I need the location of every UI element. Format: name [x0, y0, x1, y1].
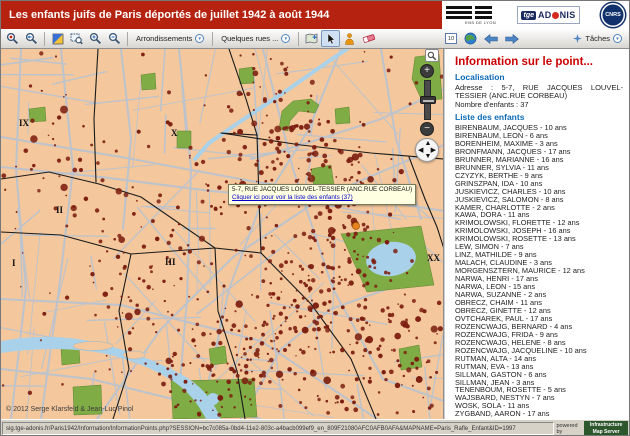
children-count-text: Nombre d'enfants : 37: [455, 100, 623, 109]
chevron-down-icon: ▼: [281, 34, 290, 43]
logo-strip: ENS DE LYON tge AD NIS CNRS: [442, 1, 629, 29]
tasks-spark-icon: [573, 34, 582, 43]
children-list-heading: Liste des enfants: [455, 112, 623, 122]
toolbar-separator: [212, 32, 213, 46]
application-window: Les enfants juifs de Paris déportés de j…: [0, 0, 630, 436]
zoom-in-button[interactable]: [86, 30, 105, 47]
tge-adonis-logo[interactable]: tge AD NIS: [517, 6, 579, 24]
map-nav-control: + − ▲ ▼ ◀ ▶: [415, 49, 439, 162]
adonis-red-dot-icon: [552, 12, 559, 19]
tasks-menu-label: Tâches: [585, 34, 610, 43]
pan-pad[interactable]: ▲ ▼ ◀ ▶: [415, 138, 439, 162]
toolbar-separator: [127, 32, 128, 46]
zoom-initial-button[interactable]: [3, 30, 22, 47]
toolbar-separator: [44, 32, 45, 46]
toolbar-right-group: 10 Tâches ▼: [440, 32, 627, 45]
zoom-window-button[interactable]: [67, 30, 86, 47]
map-viewport[interactable]: IXXIIIIIIXX 5-7, RUE JACQUES LOUVEL-TESS…: [1, 49, 444, 419]
ens-logo-caption: ENS DE LYON: [446, 20, 496, 25]
cursor-icon: [325, 33, 337, 45]
adonis-text-right: NIS: [560, 10, 576, 20]
quelques-rues-dropdown-label: Quelques rues ...: [221, 34, 278, 43]
magnifier-minus-icon: [108, 32, 121, 45]
localisation-heading: Localisation: [455, 72, 623, 82]
pan-down-icon[interactable]: ▼: [425, 153, 432, 160]
badge-line1: Infrastructure: [584, 422, 628, 429]
badge-line2: Map Server: [584, 429, 628, 436]
tge-badge: tge: [521, 11, 536, 20]
powered-by-text: powered by: [556, 423, 582, 435]
list-item: ZYGBAND, AARON - 17 ans: [455, 410, 623, 418]
person-icon: [344, 33, 355, 45]
slider-zoom-out-button[interactable]: −: [420, 122, 434, 136]
quelques-rues-dropdown[interactable]: Quelques rues ... ▼: [216, 34, 295, 43]
slider-zoom-in-button[interactable]: +: [420, 64, 434, 78]
globe-icon[interactable]: [464, 32, 477, 45]
arrondissements-dropdown[interactable]: Arrondissements ▼: [131, 34, 209, 43]
panel-title: Information sur le point...: [455, 56, 623, 68]
eraser-button[interactable]: [359, 30, 378, 47]
arrondissements-dropdown-label: Arrondissements: [136, 34, 192, 43]
zoom-previous-button[interactable]: [22, 30, 41, 47]
cnrs-logo[interactable]: CNRS: [601, 3, 625, 27]
zoom-slider[interactable]: [424, 80, 431, 120]
magnifier-plus-icon: [89, 32, 102, 45]
add-annotation-button[interactable]: [302, 30, 321, 47]
info-panel: Information sur le point... Localisation…: [444, 49, 629, 419]
chevron-down-icon: ▼: [195, 34, 204, 43]
counter-value: 10: [448, 36, 454, 42]
district-label: III: [165, 257, 176, 267]
zoom-slider-handle[interactable]: [420, 96, 436, 104]
district-label: II: [56, 205, 63, 215]
pan-right-icon[interactable]: ▶: [431, 147, 436, 154]
chevron-down-icon: ▼: [613, 34, 622, 43]
ens-lyon-logo[interactable]: ENS DE LYON: [446, 6, 496, 25]
person-info-button[interactable]: [340, 30, 359, 47]
district-label: IX: [19, 118, 29, 128]
status-bar: sig.tge-adonis.fr/Paris1942/Information/…: [1, 419, 629, 436]
tooltip-children-link[interactable]: Cliquer ici pour voir la liste des enfan…: [232, 194, 412, 202]
pan-left-icon[interactable]: ◀: [418, 147, 423, 154]
children-list: BIRENBAUM, JACQUES - 10 ansBIRENBAUM, LE…: [455, 124, 623, 418]
magnifier-back-icon: [25, 32, 38, 45]
cnrs-logo-label: CNRS: [605, 12, 621, 18]
tooltip-address: 5-7, RUE JACQUES LOUVEL-TESSIER (ANC.RUE…: [232, 186, 412, 194]
status-url: sig.tge-adonis.fr/Paris1942/Information/…: [2, 422, 554, 435]
magnifier-icon: [427, 51, 437, 61]
map-server-badge: Infrastructure Map Server: [584, 421, 628, 436]
toolbar: Arrondissements ▼ Quelques rues ... ▼ 10: [1, 29, 629, 49]
title-bar: Les enfants juifs de Paris déportés de j…: [1, 1, 629, 29]
page-title: Les enfants juifs de Paris déportés de j…: [1, 1, 442, 29]
map-plus-icon: [305, 32, 318, 45]
address-text: Adresse : 5-7, RUE JACQUES LOUVEL-TESSIE…: [455, 84, 623, 100]
magnifier-red-icon: [6, 32, 19, 45]
zoom-rectangle-icon: [70, 32, 83, 45]
district-label: XX: [427, 253, 440, 263]
map-canvas[interactable]: [1, 49, 444, 419]
adonis-text-left: AD: [538, 10, 552, 20]
pan-up-icon[interactable]: ▲: [425, 140, 432, 147]
map-attribution: © 2012 Serge Klarsfeld & Jean-Luc Pinol: [6, 406, 133, 413]
zoom-box-button[interactable]: [425, 49, 439, 62]
arrow-right-icon[interactable]: [505, 34, 519, 44]
ens-logo-bars: [446, 6, 492, 19]
counter-icon[interactable]: 10: [445, 33, 457, 44]
zoom-out-button[interactable]: [105, 30, 124, 47]
eraser-icon: [362, 33, 376, 44]
full-extent-button[interactable]: [48, 30, 67, 47]
toolbar-separator: [298, 32, 299, 46]
district-label: I: [12, 258, 16, 268]
tasks-menu[interactable]: Tâches ▼: [573, 34, 622, 43]
district-label: X: [171, 128, 178, 138]
arrow-left-icon[interactable]: [484, 34, 498, 44]
map-tooltip: 5-7, RUE JACQUES LOUVEL-TESSIER (ANC.RUE…: [228, 184, 416, 205]
full-extent-icon: [52, 33, 64, 45]
select-pointer-button[interactable]: [321, 30, 340, 47]
